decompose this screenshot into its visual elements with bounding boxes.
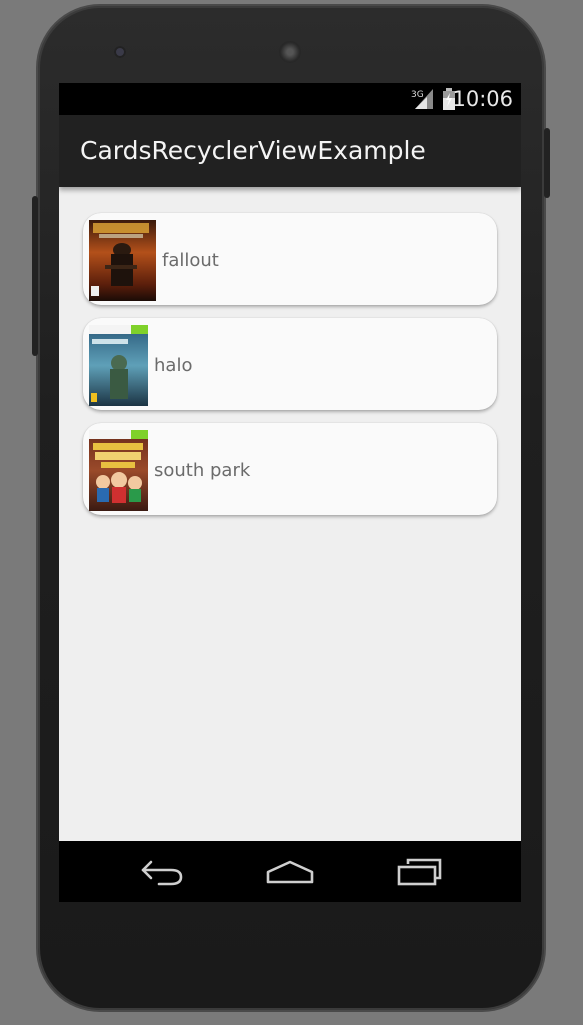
card-label: halo	[154, 355, 193, 376]
network-type: 3G	[411, 90, 424, 100]
home-icon[interactable]	[265, 858, 315, 886]
fallout-cover-image	[89, 220, 156, 301]
card-label: south park	[154, 460, 251, 481]
south-park-cover-image	[89, 430, 148, 511]
halo-cover-image	[89, 325, 148, 406]
card-label: fallout	[162, 250, 219, 271]
device-screen: 3G 10:06 CardsRecyclerViewExample fallou…	[59, 83, 521, 902]
app-title: CardsRecyclerViewExample	[80, 136, 426, 165]
speaker-grille	[279, 41, 301, 63]
list-item-card[interactable]: halo	[83, 318, 497, 410]
power-button	[544, 128, 550, 198]
front-camera	[114, 46, 126, 58]
list-item-card[interactable]: south park	[83, 423, 497, 515]
signal-icon: 3G	[411, 89, 433, 109]
sensor-dot	[447, 46, 456, 55]
status-bar: 3G 10:06	[59, 83, 521, 115]
sensor-dot	[465, 46, 472, 53]
list-item-card[interactable]: fallout	[83, 213, 497, 305]
volume-button	[32, 196, 38, 356]
navigation-bar	[59, 841, 521, 902]
action-bar: CardsRecyclerViewExample	[59, 115, 521, 187]
back-icon[interactable]	[139, 858, 185, 888]
recents-icon[interactable]	[396, 858, 444, 888]
clock: 10:06	[452, 87, 513, 111]
